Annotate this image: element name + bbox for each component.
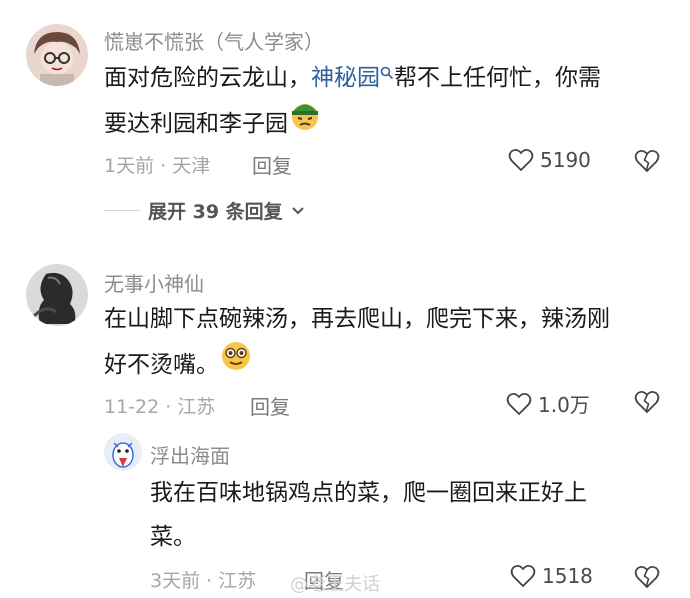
reply-text-part: 我在百味地锅鸡点的菜，爬一圈回来正好上 bbox=[150, 480, 587, 506]
reply-text-part: 菜。 bbox=[150, 524, 196, 550]
search-icon bbox=[380, 66, 394, 80]
dislike-button[interactable] bbox=[634, 390, 660, 418]
broken-heart-icon bbox=[634, 390, 660, 414]
comment-text-line2: 好不烫嘴。 bbox=[104, 341, 253, 390]
broken-heart-icon bbox=[634, 149, 660, 173]
comment-text: 在山脚下点碗辣汤，再去爬山，爬完下来，辣汤刚 bbox=[104, 297, 610, 341]
comment-meta: 11-22 · 江苏 bbox=[104, 396, 216, 418]
comment-text-part: 帮不上任何忙，你需 bbox=[394, 65, 601, 91]
like-count: 1.0万 bbox=[538, 393, 590, 417]
comment-text-part: 面对危险的云龙山， bbox=[104, 65, 311, 91]
comment-text-part: 好不烫嘴。 bbox=[104, 352, 219, 378]
smiling-face-icon bbox=[219, 339, 253, 388]
comment-author[interactable]: 慌崽不慌张（气人学家） bbox=[104, 26, 324, 55]
dislike-button[interactable] bbox=[634, 565, 660, 593]
topic-link-label: 神秘园 bbox=[311, 65, 380, 91]
topic-link[interactable]: 神秘园 bbox=[311, 65, 394, 91]
comment-author[interactable]: 无事小神仙 bbox=[104, 268, 204, 297]
avatar[interactable] bbox=[104, 433, 142, 471]
like-button[interactable]: 1.0万 bbox=[506, 389, 590, 418]
like-count: 1518 bbox=[542, 564, 593, 588]
reply-author[interactable]: 浮出海面 bbox=[150, 440, 230, 469]
comment-meta: 1天前 · 天津 bbox=[104, 155, 211, 177]
reply-button[interactable]: 回复 bbox=[252, 150, 292, 179]
comment-text-part: 要达利园和李子园 bbox=[104, 111, 288, 137]
frowning-face-with-hat-icon bbox=[288, 98, 322, 147]
expand-replies-button[interactable]: 展开 39 条回复 bbox=[104, 197, 305, 224]
chevron-down-icon bbox=[291, 206, 304, 214]
avatar[interactable] bbox=[26, 24, 88, 86]
dislike-button[interactable] bbox=[634, 149, 660, 177]
reply-text-line2: 菜。 bbox=[150, 515, 196, 559]
avatar[interactable] bbox=[26, 264, 88, 326]
heart-icon bbox=[510, 564, 536, 588]
reply-meta: 3天前 · 江苏 bbox=[150, 570, 257, 592]
heart-icon bbox=[506, 392, 532, 415]
like-button[interactable]: 1518 bbox=[510, 564, 593, 588]
comment-text-part: 在山脚下点碗辣汤，再去爬山，爬完下来，辣汤刚 bbox=[104, 306, 610, 332]
watermark: @老王夫话 bbox=[290, 574, 380, 595]
like-button[interactable]: 5190 bbox=[508, 148, 591, 172]
reply-button[interactable]: 回复 bbox=[250, 391, 290, 420]
reply-text: 我在百味地锅鸡点的菜，爬一圈回来正好上 bbox=[150, 471, 587, 515]
expand-label: 展开 39 条回复 bbox=[148, 201, 283, 223]
like-count: 5190 bbox=[540, 148, 591, 172]
broken-heart-icon bbox=[634, 565, 660, 589]
divider bbox=[104, 210, 140, 211]
comment-text: 面对危险的云龙山，神秘园 帮不上任何忙，你需 bbox=[104, 56, 601, 100]
heart-icon bbox=[508, 148, 534, 172]
comment-text-line2: 要达利园和李子园 bbox=[104, 100, 322, 149]
